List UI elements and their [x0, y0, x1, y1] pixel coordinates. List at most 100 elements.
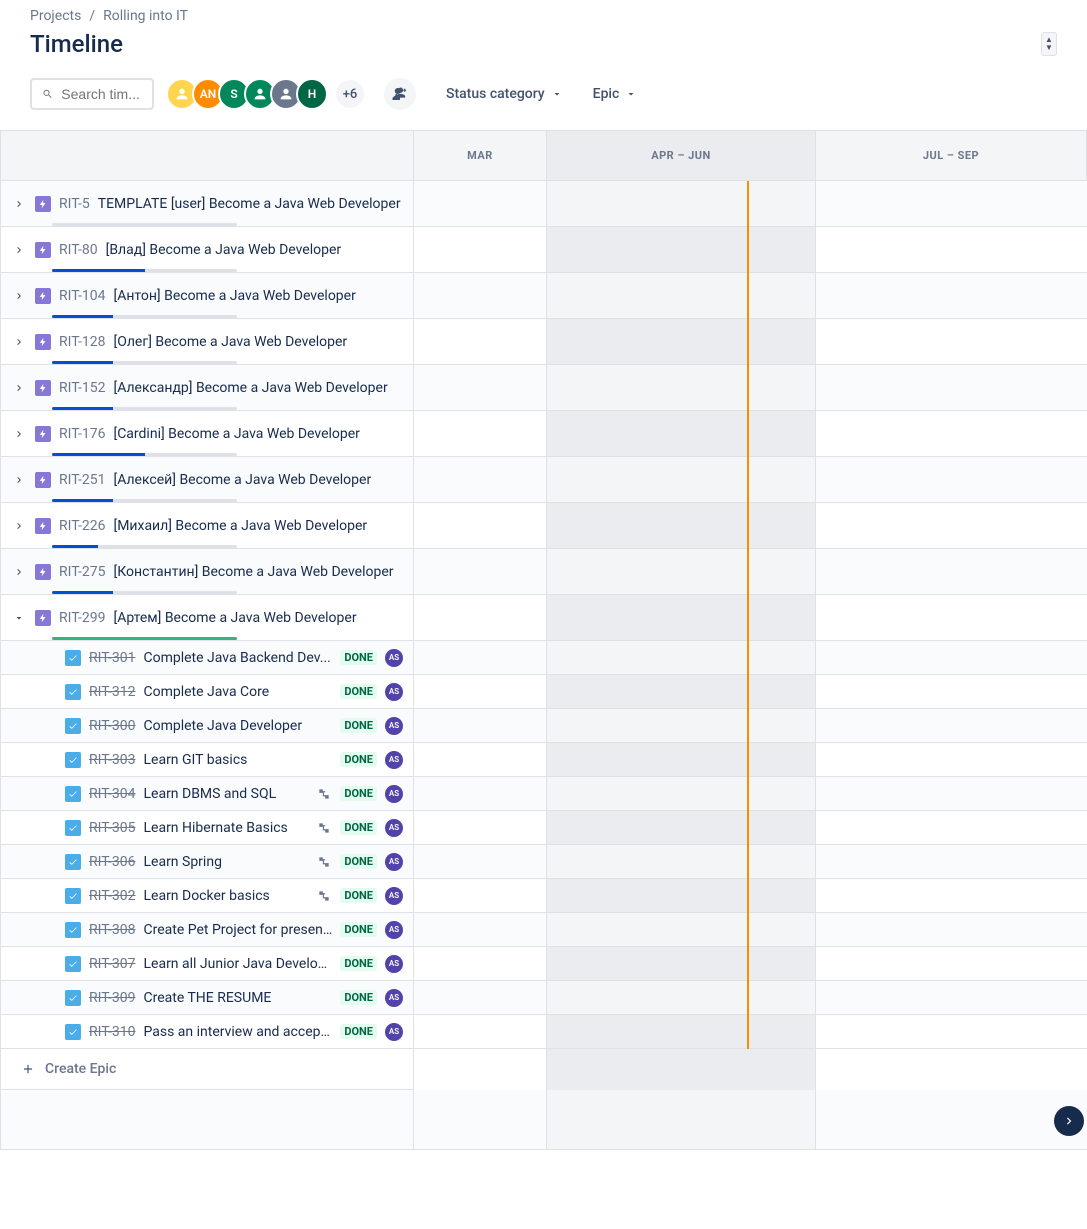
gantt-cell[interactable] — [414, 743, 547, 776]
issue-key[interactable]: RIT-301 — [89, 650, 135, 666]
gantt-cell[interactable] — [547, 913, 816, 946]
gantt-cell[interactable] — [816, 981, 1087, 1014]
issue-cell[interactable]: RIT-176 [Cardini] Become a Java Web Deve… — [0, 411, 414, 456]
gantt-cell[interactable] — [414, 981, 547, 1014]
gantt-cell[interactable] — [547, 595, 816, 640]
gantt-cell[interactable] — [816, 777, 1087, 810]
issue-summary[interactable]: [Александр] Become a Java Web Developer — [113, 380, 403, 396]
gantt-cell[interactable] — [414, 319, 547, 364]
gantt-cell[interactable] — [547, 641, 816, 674]
status-badge[interactable]: DONE — [340, 990, 377, 1005]
gantt-cell[interactable] — [547, 709, 816, 742]
gantt-cell[interactable] — [414, 181, 547, 226]
gantt-cell[interactable] — [547, 1015, 816, 1048]
assignee-avatar[interactable]: AS — [385, 1023, 403, 1041]
issue-key[interactable]: RIT-309 — [89, 990, 135, 1006]
gantt-cell[interactable] — [816, 1015, 1087, 1048]
search-input[interactable] — [61, 86, 142, 102]
issue-cell[interactable]: RIT-152 [Александр] Become a Java Web De… — [0, 365, 414, 410]
issue-key[interactable]: RIT-310 — [89, 1024, 135, 1040]
issue-cell[interactable]: RIT-80 [Влад] Become a Java Web Develope… — [0, 227, 414, 272]
issue-cell[interactable]: RIT-251 [Алексей] Become a Java Web Deve… — [0, 457, 414, 502]
gantt-cell[interactable] — [547, 675, 816, 708]
gantt-cell[interactable] — [816, 595, 1087, 640]
issue-key[interactable]: RIT-128 — [59, 334, 105, 350]
gantt-cell[interactable] — [547, 457, 816, 502]
assignee-avatar[interactable]: AS — [385, 683, 403, 701]
issue-key[interactable]: RIT-304 — [89, 786, 135, 802]
gantt-cell[interactable] — [414, 457, 547, 502]
gantt-cell[interactable] — [816, 641, 1087, 674]
expand-toggle[interactable] — [11, 520, 27, 532]
gantt-cell[interactable] — [547, 411, 816, 456]
gantt-cell[interactable] — [547, 273, 816, 318]
breadcrumb-project-name[interactable]: Rolling into IT — [103, 8, 188, 24]
assignee-avatar[interactable]: AS — [385, 921, 403, 939]
issue-key[interactable]: RIT-251 — [59, 472, 105, 488]
issue-summary[interactable]: Learn Hibernate Basics — [143, 820, 308, 836]
gantt-cell[interactable] — [547, 503, 816, 548]
issue-cell[interactable]: RIT-312 Complete Java Core DONE AS — [0, 675, 414, 708]
gantt-cell[interactable] — [816, 319, 1087, 364]
assignee-avatar[interactable]: AS — [385, 989, 403, 1007]
expand-toggle[interactable] — [11, 336, 27, 348]
gantt-cell[interactable] — [414, 503, 547, 548]
gantt-cell[interactable] — [816, 709, 1087, 742]
avatars-more[interactable]: +6 — [334, 78, 366, 110]
gantt-cell[interactable] — [414, 1015, 547, 1048]
status-badge[interactable]: DONE — [340, 820, 377, 835]
assignee-avatar[interactable]: AS — [385, 955, 403, 973]
issue-cell[interactable]: RIT-309 Create THE RESUME DONE AS — [0, 981, 414, 1014]
gantt-cell[interactable] — [816, 503, 1087, 548]
issue-summary[interactable]: [Cardini] Become a Java Web Developer — [113, 426, 403, 442]
issue-summary[interactable]: Learn Docker basics — [143, 888, 308, 904]
issue-key[interactable]: RIT-300 — [89, 718, 135, 734]
issue-key[interactable]: RIT-80 — [59, 242, 98, 258]
issue-summary[interactable]: [Влад] Become a Java Web Developer — [106, 242, 403, 258]
gantt-cell[interactable] — [414, 777, 547, 810]
expand-toggle[interactable] — [11, 382, 27, 394]
issue-key[interactable]: RIT-226 — [59, 518, 105, 534]
issue-summary[interactable]: Create Pet Project for presen... — [143, 922, 332, 938]
gantt-cell[interactable] — [816, 811, 1087, 844]
issue-summary[interactable]: Complete Java Core — [143, 684, 332, 700]
issue-summary[interactable]: [Олег] Become a Java Web Developer — [113, 334, 403, 350]
gantt-cell[interactable] — [414, 641, 547, 674]
assignee-avatar[interactable]: AS — [385, 751, 403, 769]
issue-summary[interactable]: Learn GIT basics — [143, 752, 332, 768]
gantt-cell[interactable] — [816, 411, 1087, 456]
issue-summary[interactable]: [Михаил] Become a Java Web Developer — [113, 518, 403, 534]
expand-toggle[interactable] — [11, 566, 27, 578]
issue-cell[interactable]: RIT-303 Learn GIT basics DONE AS — [0, 743, 414, 776]
gantt-cell[interactable] — [816, 457, 1087, 502]
issue-cell[interactable]: RIT-104 [Антон] Become a Java Web Develo… — [0, 273, 414, 318]
status-badge[interactable]: DONE — [340, 684, 377, 699]
expand-toggle[interactable] — [11, 474, 27, 486]
issue-cell[interactable]: RIT-5 TEMPLATE [user] Become a Java Web … — [0, 181, 414, 226]
gantt-cell[interactable] — [414, 709, 547, 742]
issue-summary[interactable]: Complete Java Backend Dev... — [143, 650, 332, 666]
issue-summary[interactable]: [Артем] Become a Java Web Developer — [113, 610, 403, 626]
issue-key[interactable]: RIT-302 — [89, 888, 135, 904]
gantt-cell[interactable] — [547, 319, 816, 364]
gantt-cell[interactable] — [414, 227, 547, 272]
issue-key[interactable]: RIT-152 — [59, 380, 105, 396]
gantt-cell[interactable] — [414, 811, 547, 844]
issue-summary[interactable]: [Алексей] Become a Java Web Developer — [113, 472, 403, 488]
gantt-cell[interactable] — [414, 549, 547, 594]
dependency-icon[interactable] — [316, 820, 332, 836]
issue-key[interactable]: RIT-5 — [59, 196, 90, 212]
expand-toggle[interactable] — [11, 290, 27, 302]
status-badge[interactable]: DONE — [340, 888, 377, 903]
issue-cell[interactable]: RIT-128 [Олег] Become a Java Web Develop… — [0, 319, 414, 364]
assignee-avatar[interactable]: AS — [385, 819, 403, 837]
gantt-cell[interactable] — [816, 913, 1087, 946]
assignee-avatar[interactable]: AS — [385, 853, 403, 871]
issue-key[interactable]: RIT-312 — [89, 684, 135, 700]
create-epic-button[interactable]: Create Epic — [0, 1049, 414, 1090]
issue-cell[interactable]: RIT-226 [Михаил] Become a Java Web Devel… — [0, 503, 414, 548]
assignee-avatar[interactable]: AS — [385, 717, 403, 735]
gantt-cell[interactable] — [547, 879, 816, 912]
status-badge[interactable]: DONE — [340, 922, 377, 937]
issue-cell[interactable]: RIT-304 Learn DBMS and SQL DONE AS — [0, 777, 414, 810]
